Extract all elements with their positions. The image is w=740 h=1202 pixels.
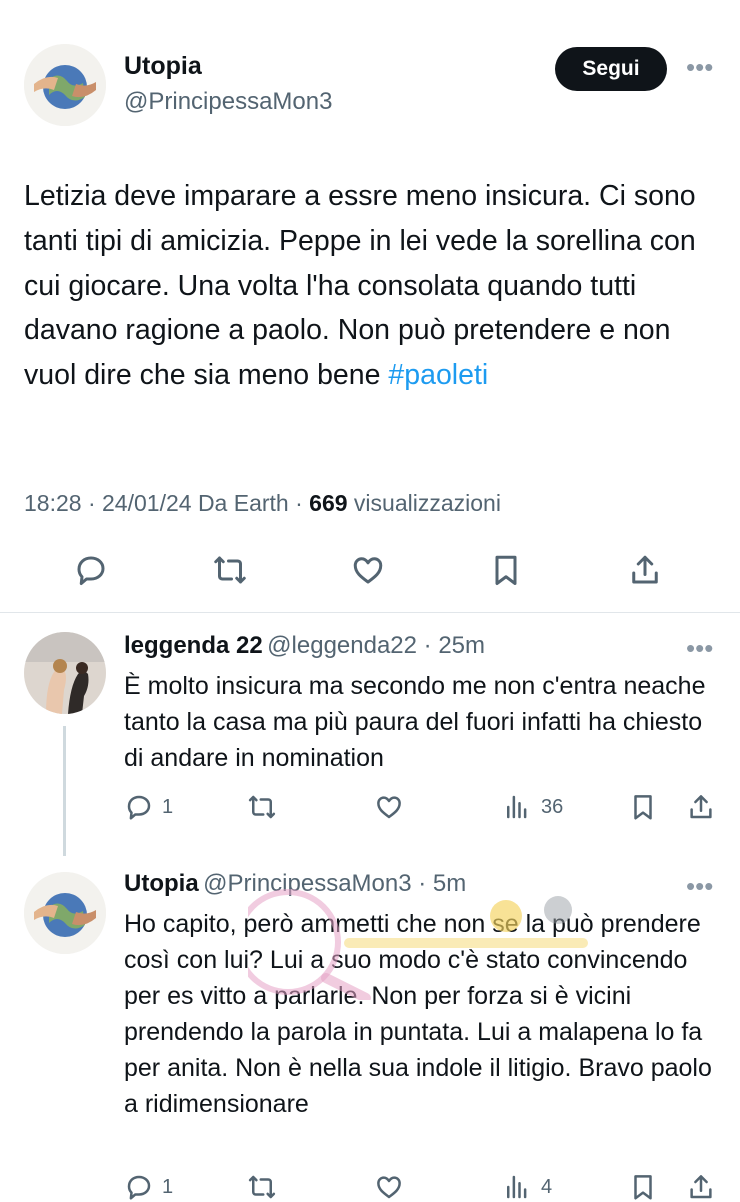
thread-line <box>63 726 66 856</box>
reply-count: 1 <box>162 1176 174 1198</box>
reply-count: 1 <box>162 796 174 818</box>
avatar-image <box>24 872 106 954</box>
tweet-metadata: 18:28 · 24/01/24 Da Earth · 669 visualiz… <box>24 490 501 517</box>
views-count: 36 <box>541 796 564 818</box>
reply-time[interactable]: 25m <box>438 632 485 659</box>
views-icon[interactable] <box>502 792 532 822</box>
tweet-text: Letizia deve imparare a essre meno insic… <box>24 174 724 398</box>
share-icon[interactable] <box>627 552 663 588</box>
bookmark-icon[interactable] <box>628 792 658 822</box>
bookmark-icon[interactable] <box>628 1172 658 1202</box>
separator-dot: · <box>411 870 433 897</box>
author-avatar[interactable] <box>24 44 106 126</box>
author-handle[interactable]: @PrincipessaMon3 <box>124 88 332 116</box>
views-count: 669 <box>309 490 348 516</box>
reply-display-name[interactable]: Utopia <box>124 870 199 897</box>
more-options-icon[interactable]: ••• <box>686 52 713 83</box>
separator-dot: · <box>87 490 96 516</box>
bookmark-icon[interactable] <box>488 552 524 588</box>
reply-header: Utopia @PrincipessaMon3 · 5m <box>124 870 466 898</box>
share-icon[interactable] <box>686 1172 716 1202</box>
retweet-icon[interactable] <box>246 1172 278 1202</box>
retweet-icon[interactable] <box>211 552 249 588</box>
author-display-name[interactable]: Utopia <box>124 52 202 81</box>
views-count: 4 <box>541 1176 553 1198</box>
separator-dot: · <box>417 632 439 659</box>
hashtag-link[interactable]: #paoleti <box>388 359 488 391</box>
reply-avatar[interactable] <box>24 632 106 714</box>
like-icon[interactable] <box>374 792 404 822</box>
reply-header: leggenda 22 @leggenda22 · 25m <box>124 632 485 660</box>
more-options-icon[interactable]: ••• <box>686 871 713 902</box>
tweet-date[interactable]: 24/01/24 <box>102 490 192 516</box>
avatar-image <box>24 44 106 126</box>
follow-button[interactable]: Segui <box>555 47 667 91</box>
tweet-time[interactable]: 18:28 <box>24 490 82 516</box>
like-icon[interactable] <box>350 552 386 588</box>
tweet-source: Da Earth <box>197 490 289 516</box>
reply-icon[interactable] <box>73 552 109 588</box>
views-label: visualizzazioni <box>353 490 501 516</box>
reply-icon[interactable] <box>124 792 154 822</box>
reply-text: È molto insicura ma secondo me non c'ent… <box>124 672 706 772</box>
separator-dot: · <box>295 490 303 516</box>
views-icon[interactable] <box>502 1172 532 1202</box>
reply-handle[interactable]: @leggenda22 <box>267 632 417 659</box>
reply-text: Ho capito, però ammetti che non se la pu… <box>124 910 712 1118</box>
reply-time[interactable]: 5m <box>433 870 466 897</box>
retweet-icon[interactable] <box>246 792 278 822</box>
avatar-image <box>24 632 106 714</box>
like-icon[interactable] <box>374 1172 404 1202</box>
reply-display-name[interactable]: leggenda 22 <box>124 632 263 659</box>
more-options-icon[interactable]: ••• <box>686 633 713 664</box>
tweet-body: Letizia deve imparare a essre meno insic… <box>24 180 696 392</box>
reply-icon[interactable] <box>124 1172 154 1202</box>
reply-avatar[interactable] <box>24 872 106 954</box>
share-icon[interactable] <box>686 792 716 822</box>
section-divider <box>0 612 740 613</box>
reply-handle[interactable]: @PrincipessaMon3 <box>203 870 411 897</box>
